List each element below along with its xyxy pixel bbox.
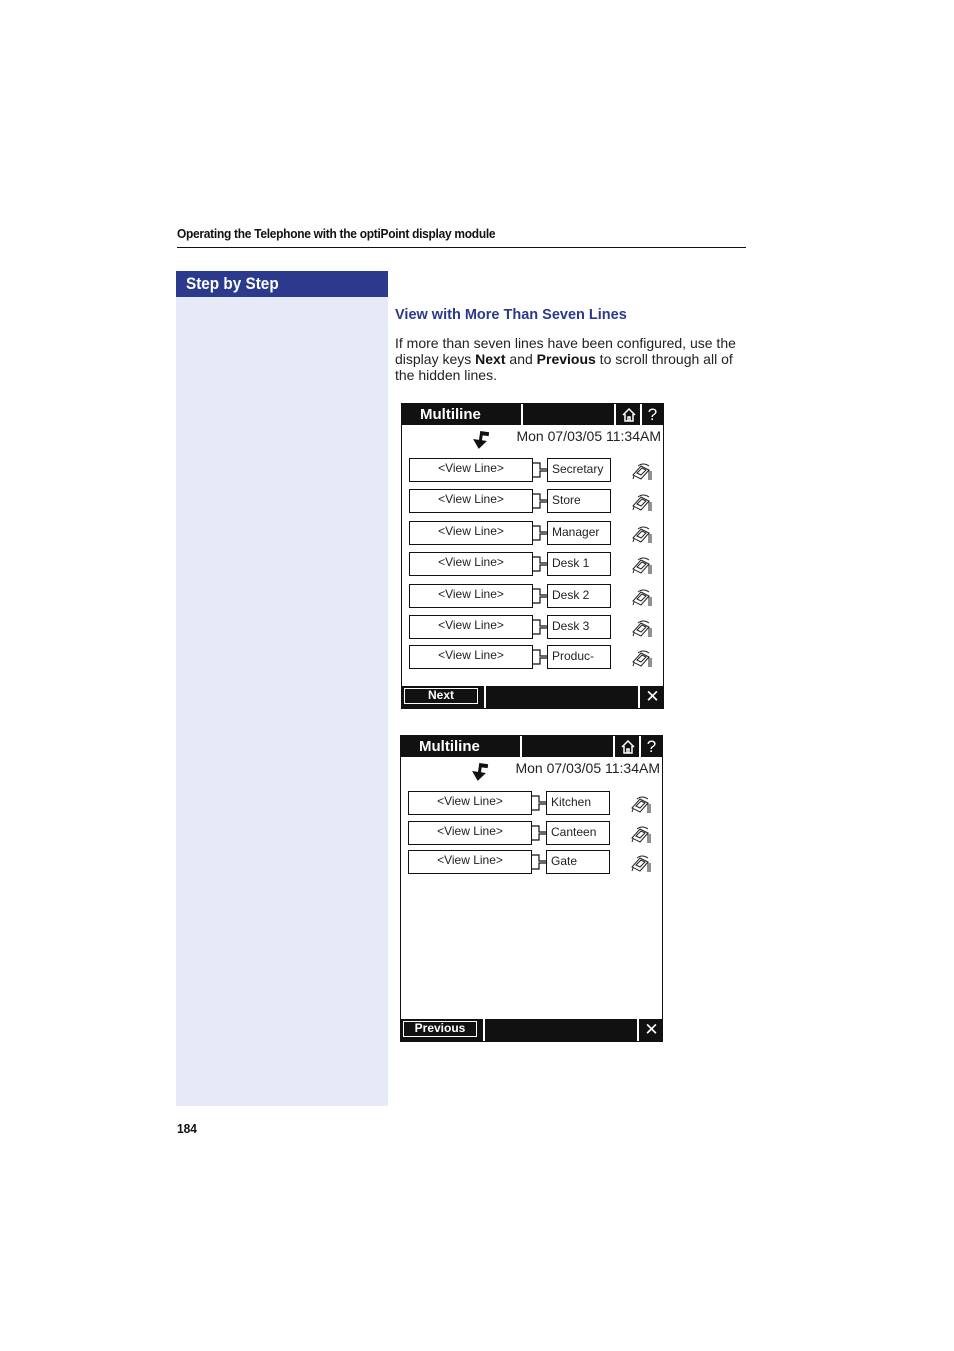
view-line-button[interactable]: <View Line> — [409, 521, 533, 545]
connector-line — [532, 850, 546, 874]
telephone-icon — [631, 492, 653, 512]
view-line-button[interactable]: <View Line> — [409, 645, 533, 669]
line-row: <View Line> Secretary — [409, 458, 659, 484]
key-previous-label: Previous — [536, 351, 596, 367]
view-line-button[interactable]: <View Line> — [409, 584, 533, 608]
connector-line — [532, 821, 546, 845]
view-line-button[interactable]: <View Line> — [408, 850, 532, 874]
multiline-screen-page-1: Multiline ? Mon 07/03/05 11:34AM <View L… — [401, 403, 664, 709]
telephone-icon — [631, 524, 653, 544]
return-arrow-icon — [473, 430, 490, 449]
softkey-bar: Previous ✕ — [401, 1019, 662, 1041]
screen-title: Multiline — [419, 738, 480, 755]
view-line-button[interactable]: <View Line> — [409, 458, 533, 482]
line-name-label: Kitchen — [546, 791, 610, 815]
softkey-bar: Next ✕ — [402, 686, 663, 708]
datetime-display: Mon 07/03/05 11:34AM — [516, 428, 661, 444]
line-row: <View Line> Produc- — [409, 645, 659, 671]
softkey-divider — [483, 1019, 485, 1041]
line-name-label: Desk 3 — [547, 615, 611, 639]
next-softkey[interactable]: Next — [404, 688, 478, 704]
telephone-icon — [630, 824, 652, 844]
line-name-label: Manager — [547, 521, 611, 545]
help-icon[interactable]: ? — [642, 404, 663, 425]
help-icon[interactable]: ? — [641, 736, 662, 757]
screen-titlebar: Multiline ? — [402, 404, 663, 425]
key-next-label: Next — [475, 351, 506, 367]
line-name-label: Secretary — [547, 458, 611, 482]
sidebar-title-text: Step by Step — [186, 274, 279, 293]
connector-line — [533, 615, 547, 639]
home-icon[interactable] — [617, 737, 638, 756]
line-row: <View Line> Manager — [409, 521, 659, 547]
home-icon[interactable] — [618, 405, 639, 424]
connector-line — [533, 584, 547, 608]
datetime-display: Mon 07/03/05 11:34AM — [515, 760, 660, 776]
close-icon[interactable]: ✕ — [641, 1019, 662, 1041]
softkey-divider — [637, 1019, 639, 1041]
view-line-button[interactable]: <View Line> — [408, 791, 532, 815]
line-row: <View Line> Desk 3 — [409, 615, 659, 641]
line-name-label: Produc- — [547, 645, 611, 669]
return-arrow-icon — [472, 762, 489, 781]
telephone-icon — [631, 587, 653, 607]
telephone-icon — [630, 853, 652, 873]
page-number: 184 — [177, 1121, 197, 1136]
sidebar-title: Step by Step — [176, 271, 388, 297]
connector-line — [533, 489, 547, 513]
title-divider — [613, 736, 615, 757]
line-name-label: Desk 2 — [547, 584, 611, 608]
section-title: View with More Than Seven Lines — [395, 307, 627, 323]
softkey-divider — [484, 686, 486, 708]
screen-titlebar: Multiline ? — [401, 736, 662, 757]
line-row: <View Line> Desk 1 — [409, 552, 659, 578]
line-row: <View Line> Gate — [408, 850, 658, 876]
header-divider — [177, 247, 746, 248]
connector-line — [533, 645, 547, 669]
line-name-label: Gate — [546, 850, 610, 874]
step-by-step-sidebar: Step by Step — [176, 271, 388, 1106]
view-line-button[interactable]: <View Line> — [408, 821, 532, 845]
telephone-icon — [631, 648, 653, 668]
line-name-label: Desk 1 — [547, 552, 611, 576]
connector-line — [533, 552, 547, 576]
title-divider — [520, 736, 522, 757]
connector-line — [533, 521, 547, 545]
line-name-label: Store — [547, 489, 611, 513]
title-divider — [521, 404, 523, 425]
view-line-button[interactable]: <View Line> — [409, 552, 533, 576]
close-icon[interactable]: ✕ — [642, 686, 663, 708]
connector-line — [532, 791, 546, 815]
view-line-button[interactable]: <View Line> — [409, 489, 533, 513]
telephone-icon — [631, 461, 653, 481]
multiline-screen-page-2: Multiline ? Mon 07/03/05 11:34AM <View L… — [400, 735, 663, 1042]
body-text-mid: and — [505, 351, 537, 367]
section-body: If more than seven lines have been confi… — [395, 335, 750, 383]
screen-title: Multiline — [420, 406, 481, 423]
telephone-icon — [631, 555, 653, 575]
view-line-button[interactable]: <View Line> — [409, 615, 533, 639]
softkey-divider — [638, 686, 640, 708]
line-name-label: Canteen — [546, 821, 610, 845]
telephone-icon — [631, 618, 653, 638]
telephone-icon — [630, 794, 652, 814]
line-row: <View Line> Canteen — [408, 821, 658, 847]
line-row: <View Line> Store — [409, 489, 659, 515]
previous-softkey[interactable]: Previous — [403, 1021, 477, 1037]
line-row: <View Line> Desk 2 — [409, 584, 659, 610]
line-row: <View Line> Kitchen — [408, 791, 658, 817]
title-divider — [614, 404, 616, 425]
running-header: Operating the Telephone with the optiPoi… — [177, 226, 496, 241]
connector-line — [533, 458, 547, 482]
